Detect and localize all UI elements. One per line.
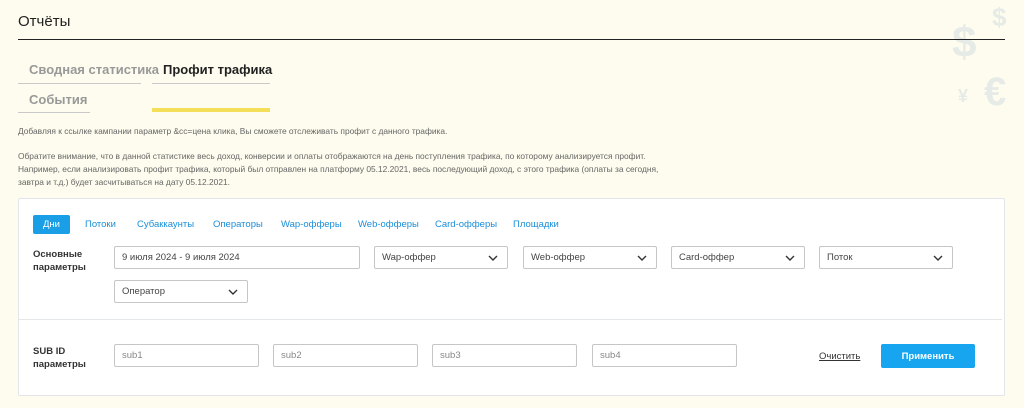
- date-range-value: 9 июля 2024 - 9 июля 2024: [122, 252, 240, 263]
- info-text: завтра и т.д.) будет засчитываться на да…: [18, 177, 230, 187]
- tab-underline: [18, 112, 90, 113]
- page-title: Отчёты: [18, 13, 71, 30]
- dollar-icon: $: [952, 18, 977, 67]
- panel-tab-operators[interactable]: Операторы: [213, 215, 263, 234]
- dollar-icon: $: [992, 2, 1007, 32]
- section-divider: [19, 319, 1002, 320]
- panel-tab-days[interactable]: Дни: [33, 215, 70, 234]
- panel-tab-web-offers[interactable]: Web-офферы: [358, 215, 419, 234]
- chevron-down-icon: [933, 253, 943, 263]
- tab-underline: [152, 83, 270, 84]
- date-range-picker[interactable]: 9 июля 2024 - 9 июля 2024: [114, 246, 360, 269]
- panel-tab-streams[interactable]: Потоки: [85, 215, 116, 234]
- sub-params-label: SUB ID параметры: [33, 346, 86, 370]
- panel-tab-subaccounts[interactable]: Субаккаунты: [137, 215, 194, 234]
- info-text: Например, если анализировать профит траф…: [18, 164, 659, 174]
- wap-offer-select[interactable]: Wap-оффер: [374, 246, 508, 269]
- panel-tab-card-offers[interactable]: Card-офферы: [435, 215, 497, 234]
- chevron-down-icon: [637, 253, 647, 263]
- info-text: Обратите внимание, что в данной статисти…: [18, 151, 646, 161]
- chevron-down-icon: [785, 253, 795, 263]
- filter-panel: Дни Потоки Субаккаунты Операторы Wap-офф…: [18, 198, 1005, 396]
- card-offer-select[interactable]: Card-оффер: [671, 246, 805, 269]
- main-params-label: Основные параметры: [33, 249, 86, 273]
- operator-select[interactable]: Оператор: [114, 280, 248, 303]
- sub1-input[interactable]: [114, 344, 259, 367]
- clear-link[interactable]: Очистить: [819, 351, 860, 362]
- active-tab-indicator: [152, 108, 270, 112]
- panel-tab-platforms[interactable]: Площадки: [513, 215, 559, 234]
- tab-underline: [18, 83, 141, 84]
- web-offer-select[interactable]: Web-оффер: [523, 246, 657, 269]
- apply-button[interactable]: Применить: [881, 344, 975, 368]
- sub4-input[interactable]: [592, 344, 737, 367]
- info-text: Добавляя к ссылке кампании параметр &cc=…: [18, 126, 448, 136]
- sub2-input[interactable]: [273, 344, 418, 367]
- yen-icon: ¥: [958, 86, 969, 106]
- stream-select[interactable]: Поток: [819, 246, 953, 269]
- chevron-down-icon: [488, 253, 498, 263]
- chevron-down-icon: [228, 287, 238, 297]
- tab-traffic-profit[interactable]: Профит трафика: [163, 62, 272, 77]
- tab-events[interactable]: События: [29, 92, 87, 107]
- title-divider: [18, 39, 1005, 40]
- tab-summary-stats[interactable]: Сводная статистика: [29, 62, 159, 77]
- euro-icon: €: [984, 70, 1007, 114]
- panel-tab-wap-offers[interactable]: Wap-офферы: [281, 215, 342, 234]
- sub3-input[interactable]: [432, 344, 577, 367]
